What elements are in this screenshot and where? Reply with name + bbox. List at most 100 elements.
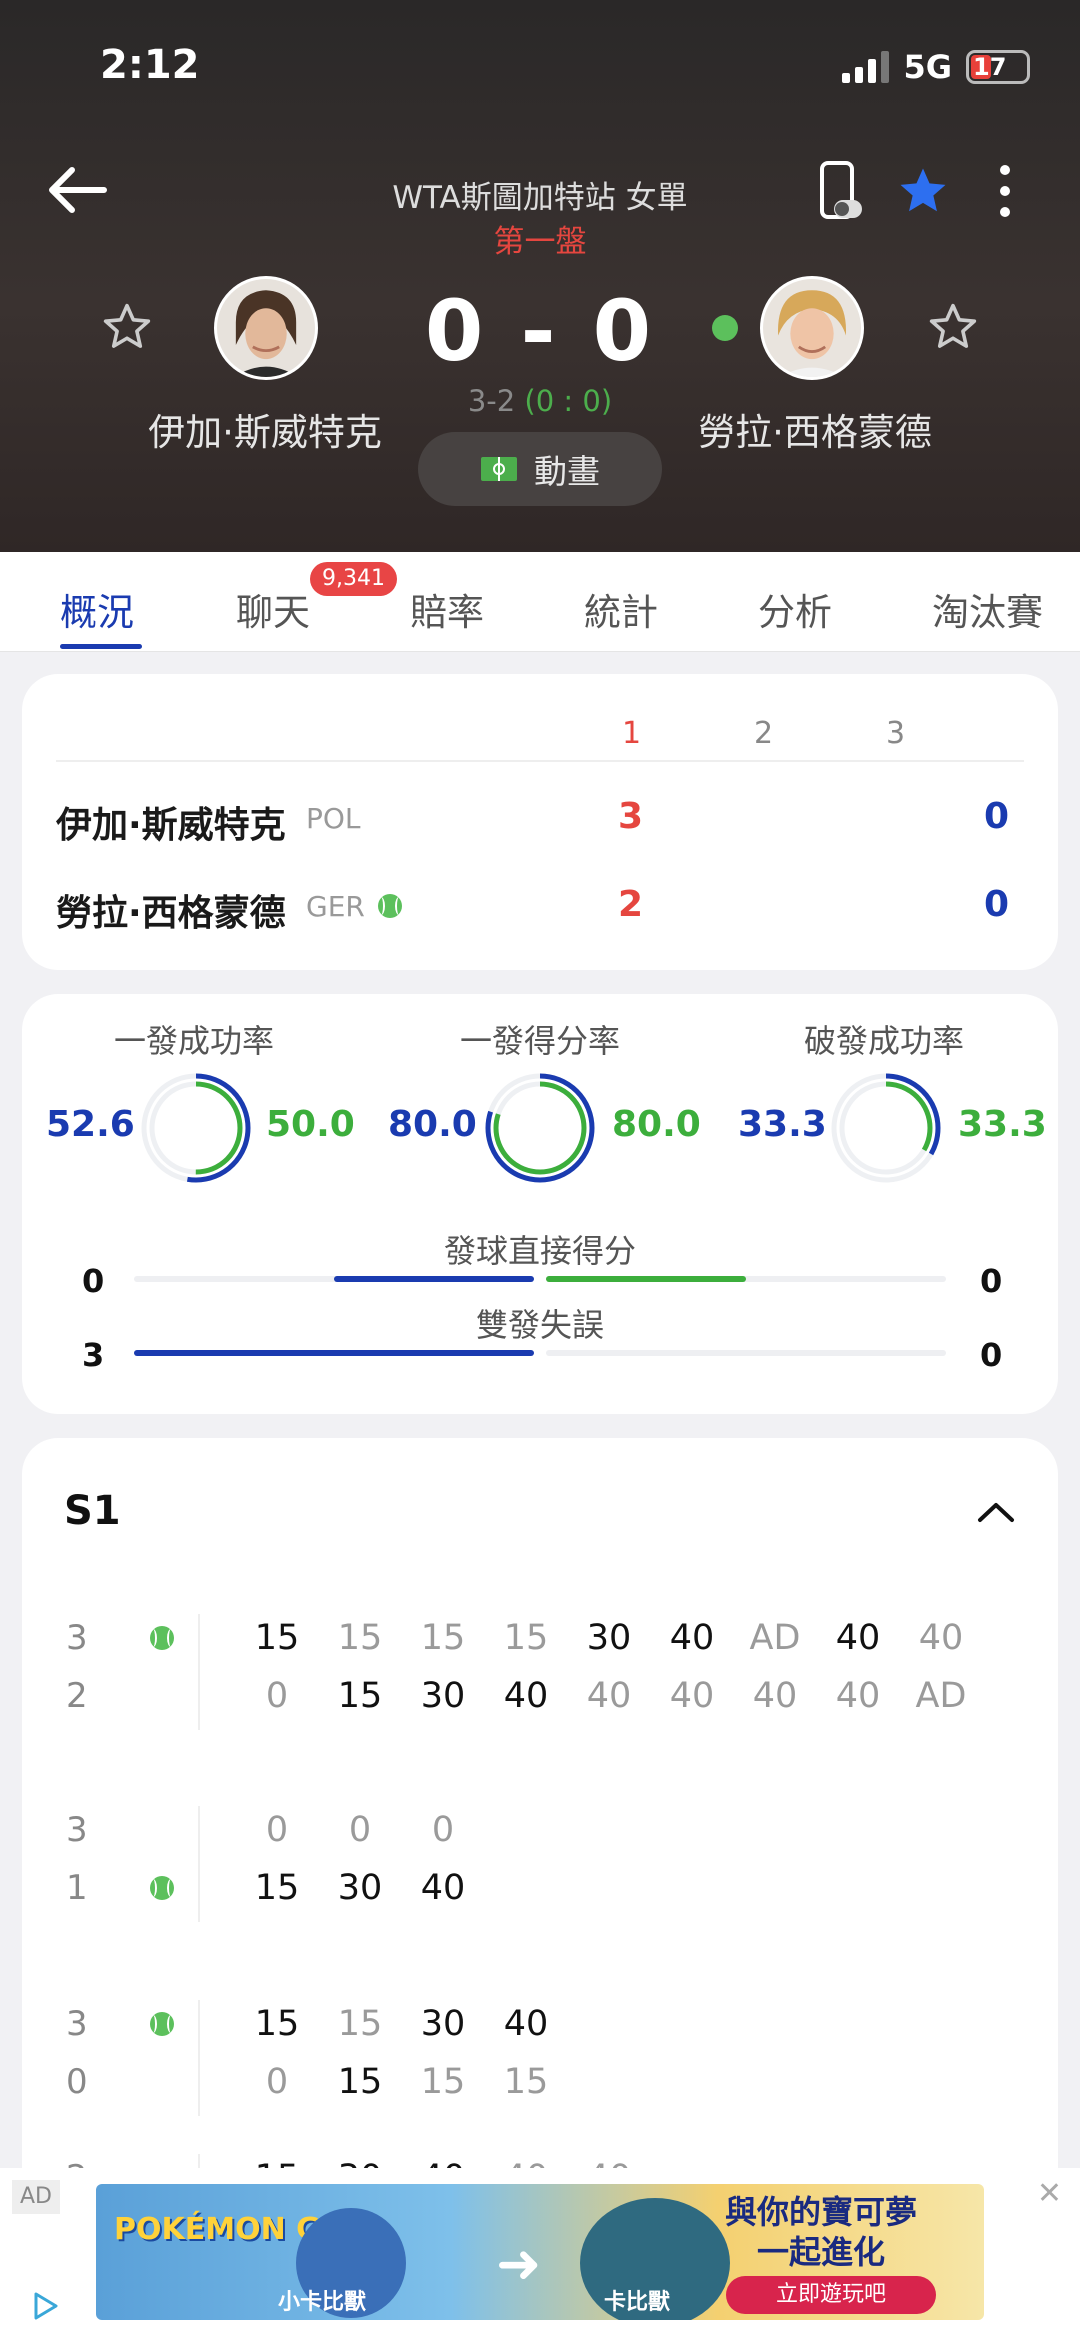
ad-headline-line2: 一起進化 [756, 2233, 885, 2271]
row1-set1-score: 3 [618, 796, 644, 837]
pitch-icon [481, 457, 517, 481]
point-score-bottom: 15 [503, 2062, 549, 2102]
row2-set1-score: 2 [618, 884, 644, 925]
serving-ball-icon [150, 1626, 174, 1650]
row1-game-score: 0 [984, 796, 1010, 837]
break-donut [831, 1073, 941, 1183]
tab-knockout[interactable]: 淘汰賽 [932, 582, 1043, 636]
point-score-top: 0 [431, 1810, 455, 1850]
aces-bar-left [334, 1276, 534, 1282]
aces-left: 0 [82, 1262, 105, 1300]
point-score-bottom: 15 [337, 2062, 383, 2102]
point-by-point-card: S1 3 2 15 15 15 15 30 40 AD 40 40 0 15 30 40 40 40 40 40 AD… [22, 1438, 1058, 2198]
point-score-bottom: 30 [337, 1868, 383, 1908]
double-faults-title: 雙發失誤 [475, 1306, 604, 1344]
row1-country: POL [306, 802, 361, 835]
player2-avatar[interactable] [760, 276, 864, 380]
network-type: 5G [903, 48, 952, 86]
aces-title: 發球直接得分 [443, 1232, 636, 1270]
chat-count-badge: 9,341 [310, 562, 397, 596]
point-score-top: 15 [337, 1618, 383, 1658]
game-score-bottom: 0 [66, 2062, 88, 2102]
point-score-top: 30 [586, 1618, 632, 1658]
divider [56, 760, 1024, 762]
aces-right: 0 [980, 1262, 1003, 1300]
tab-analysis[interactable]: 分析 [758, 582, 832, 636]
row2-country: GER [306, 890, 365, 923]
row2-game-score: 0 [984, 884, 1010, 925]
tab-chat[interactable]: 聊天 [236, 582, 310, 636]
stat-break-right: 33.3 [958, 1104, 1047, 1145]
game-score-top: 3 [66, 1810, 88, 1850]
point-score-bottom: 40 [503, 1676, 549, 1716]
match-header: 2:12 5G 17 WTA斯圖加特站 女單 第一盤 伊加·斯威特克 0 - 0… [0, 0, 1080, 552]
point-score-top: 40 [503, 2004, 549, 2044]
serving-ball-icon [150, 2012, 174, 2036]
point-score-top: 40 [669, 1618, 715, 1658]
set-title: S1 [64, 1488, 121, 1534]
point-score-bottom: 30 [420, 1676, 466, 1716]
point-score-bottom: 40 [669, 1676, 715, 1716]
player2-name[interactable]: 勞拉·西格蒙德 [660, 402, 970, 456]
ad-banner[interactable]: POKÉMON GO 小卡比獸 ➜ 卡比獸 與你的寶可夢 一起進化 立即遊玩吧 [96, 2184, 984, 2320]
double-faults-left: 3 [82, 1336, 105, 1374]
ad-tag: AD [12, 2180, 60, 2214]
phone-toggle-icon[interactable] [818, 160, 864, 222]
double-faults-track-right [546, 1350, 946, 1356]
stat-first-serve-won-title: 一發得分率 [459, 1022, 620, 1060]
player2-follow-star-icon[interactable] [926, 300, 980, 354]
animation-button[interactable]: 動畫 [418, 432, 662, 506]
aces-bar-right [546, 1276, 746, 1282]
point-score-top: 15 [254, 2004, 300, 2044]
point-score-bottom: 40 [420, 1868, 466, 1908]
point-score-bottom: 15 [254, 1868, 300, 1908]
set-header-2: 2 [754, 716, 774, 751]
favorite-star-icon[interactable] [896, 164, 950, 218]
point-score-top: 15 [420, 1618, 466, 1658]
animation-label: 動畫 [534, 452, 600, 491]
point-score-bottom: 15 [337, 1676, 383, 1716]
point-score-top: AD [749, 1618, 801, 1658]
stat-break-title: 破發成功率 [803, 1022, 964, 1060]
ad-play-icon[interactable] [24, 2286, 64, 2326]
double-faults-right: 0 [980, 1336, 1003, 1374]
point-score-top: 15 [503, 1618, 549, 1658]
point-score-bottom: 40 [586, 1676, 632, 1716]
ad-headline-line1: 與你的寶可夢 [724, 2193, 917, 2231]
tab-overview[interactable]: 概況 [60, 582, 134, 636]
set-header-3: 3 [886, 716, 906, 751]
point-score: (0 : 0) [524, 384, 613, 418]
ad-cta-button[interactable]: 立即遊玩吧 [726, 2276, 936, 2314]
ad-character-2-name: 卡比獸 [604, 2290, 671, 2315]
serve-stats-card: 一發成功率 52.6 50.0 一發得分率 80.0 80.0 破發成功率 33… [22, 994, 1058, 1414]
ad-character-1-name: 小卡比獸 [278, 2290, 367, 2315]
row1-player-name: 伊加·斯威特克 [56, 805, 286, 846]
double-faults-bar-left [134, 1350, 534, 1356]
status-time: 2:12 [100, 42, 200, 88]
ad-headline: 與你的寶可夢 一起進化 [706, 2192, 936, 2272]
point-score-top: 40 [835, 1618, 881, 1658]
chevron-up-icon[interactable] [976, 1500, 1016, 1524]
point-score-bottom: 15 [420, 2062, 466, 2102]
row2-player-name: 勞拉·西格蒙德 [56, 893, 286, 934]
point-score-top: 15 [337, 2004, 383, 2044]
battery-level: 17 [973, 53, 1007, 81]
point-score-top: 0 [265, 1810, 289, 1850]
point-score-top: 30 [420, 2004, 466, 2044]
point-score-bottom: AD [915, 1676, 967, 1716]
active-tab-indicator [60, 644, 142, 649]
ad-close-icon[interactable]: ✕ [1037, 2176, 1062, 2211]
first-serve-won-donut [485, 1073, 595, 1183]
more-menu-icon[interactable] [990, 160, 1020, 222]
ad-arrow-icon: ➜ [496, 2232, 542, 2295]
set-header-1: 1 [622, 716, 642, 751]
game-score-bottom: 2 [66, 1676, 88, 1716]
point-score-bottom: 40 [835, 1676, 881, 1716]
tab-odds[interactable]: 賠率 [410, 582, 484, 636]
stat-break-left: 33.3 [738, 1104, 827, 1145]
match-score: 0 - 0 [424, 282, 656, 380]
current-set-label: 第一盤 [493, 224, 587, 260]
row-divider [198, 2000, 200, 2116]
serving-ball-icon [378, 894, 402, 918]
tab-stats[interactable]: 統計 [584, 582, 658, 636]
